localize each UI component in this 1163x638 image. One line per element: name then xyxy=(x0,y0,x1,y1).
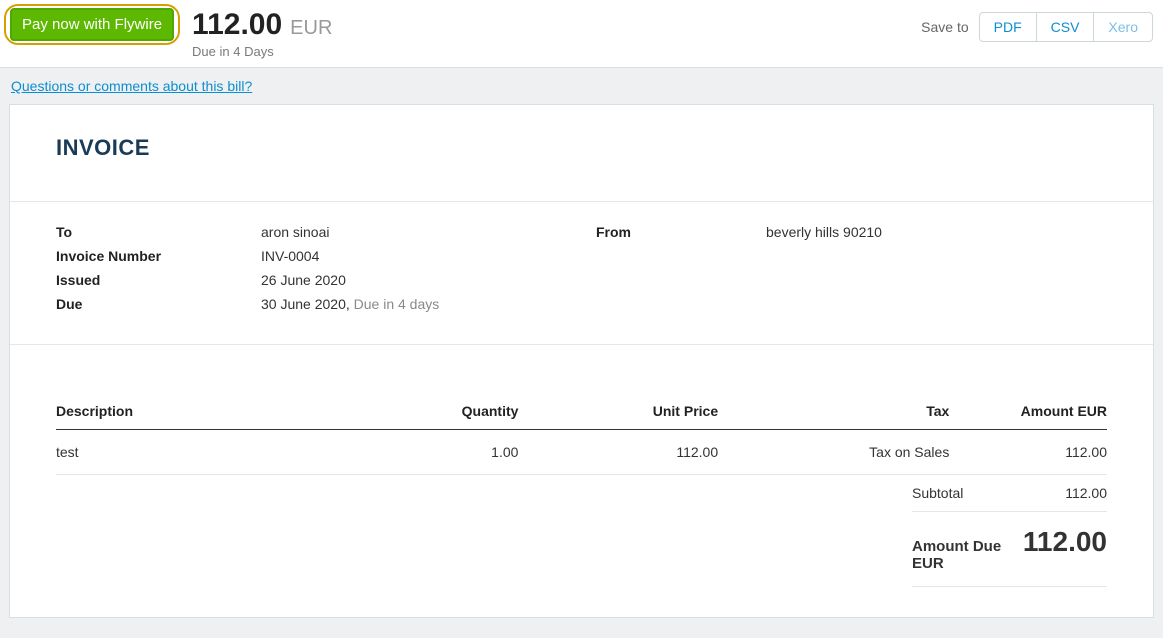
due-date-value: 30 June 2020, xyxy=(261,296,350,312)
col-unit-price: Unit Price xyxy=(518,395,718,430)
issued-label: Issued xyxy=(56,272,261,288)
export-pdf-button[interactable]: PDF xyxy=(979,12,1037,42)
to-value: aron sinoai xyxy=(261,224,330,240)
subtotal-row: Subtotal 112.00 xyxy=(912,475,1107,512)
from-value: beverly hills 90210 xyxy=(766,224,882,240)
export-button-group: PDF CSV Xero xyxy=(979,12,1153,42)
col-tax: Tax xyxy=(718,395,949,430)
pay-now-button[interactable]: Pay now with Flywire xyxy=(10,8,174,41)
line-items-table: Description Quantity Unit Price Tax Amou… xyxy=(56,395,1107,475)
amount-block: 112.00 EUR Due in 4 Days xyxy=(192,8,332,59)
content-area: Questions or comments about this bill? I… xyxy=(0,67,1163,638)
cell-amount: 112.00 xyxy=(949,430,1107,475)
due-subtext: Due in 4 Days xyxy=(192,44,332,59)
col-description: Description xyxy=(56,395,392,430)
amount-due-label: Amount Due EUR xyxy=(912,538,1023,572)
cell-description: test xyxy=(56,430,392,475)
totals-block: Subtotal 112.00 Amount Due EUR 112.00 xyxy=(912,475,1107,587)
amount-due-row: Amount Due EUR 112.00 xyxy=(912,512,1107,587)
amount-due-value: 112.00 xyxy=(1023,526,1107,558)
due-label: Due xyxy=(56,296,261,312)
invoice-card: INVOICE To aron sinoai Invoice Number IN… xyxy=(9,104,1154,618)
invoice-number-value: INV-0004 xyxy=(261,248,319,264)
invoice-header: INVOICE xyxy=(10,105,1153,201)
invoice-number-label: Invoice Number xyxy=(56,248,261,264)
questions-link[interactable]: Questions or comments about this bill? xyxy=(11,78,252,94)
cell-unit-price: 112.00 xyxy=(518,430,718,475)
invoice-amount: 112.00 xyxy=(192,8,282,42)
topbar-right: Save to PDF CSV Xero xyxy=(921,8,1153,42)
cell-quantity: 1.00 xyxy=(392,430,518,475)
issued-value: 26 June 2020 xyxy=(261,272,346,288)
table-header-row: Description Quantity Unit Price Tax Amou… xyxy=(56,395,1107,430)
invoice-title: INVOICE xyxy=(56,135,1107,161)
subtotal-label: Subtotal xyxy=(912,485,963,501)
due-relative-value: Due in 4 days xyxy=(354,296,440,312)
invoice-meta: To aron sinoai Invoice Number INV-0004 I… xyxy=(10,202,1153,344)
export-csv-button[interactable]: CSV xyxy=(1037,12,1094,42)
cell-tax: Tax on Sales xyxy=(718,430,949,475)
table-row: test 1.00 112.00 Tax on Sales 112.00 xyxy=(56,430,1107,475)
pay-button-wrap: Pay now with Flywire xyxy=(10,8,174,41)
to-label: To xyxy=(56,224,261,240)
col-quantity: Quantity xyxy=(392,395,518,430)
line-items-section: Description Quantity Unit Price Tax Amou… xyxy=(10,345,1153,617)
invoice-currency: EUR xyxy=(290,17,332,40)
subtotal-value: 112.00 xyxy=(1065,485,1107,501)
save-to-label: Save to xyxy=(921,19,968,35)
export-xero-button[interactable]: Xero xyxy=(1093,12,1153,42)
from-label: From xyxy=(596,224,766,240)
col-amount: Amount EUR xyxy=(949,395,1107,430)
top-bar: Pay now with Flywire 112.00 EUR Due in 4… xyxy=(0,0,1163,67)
